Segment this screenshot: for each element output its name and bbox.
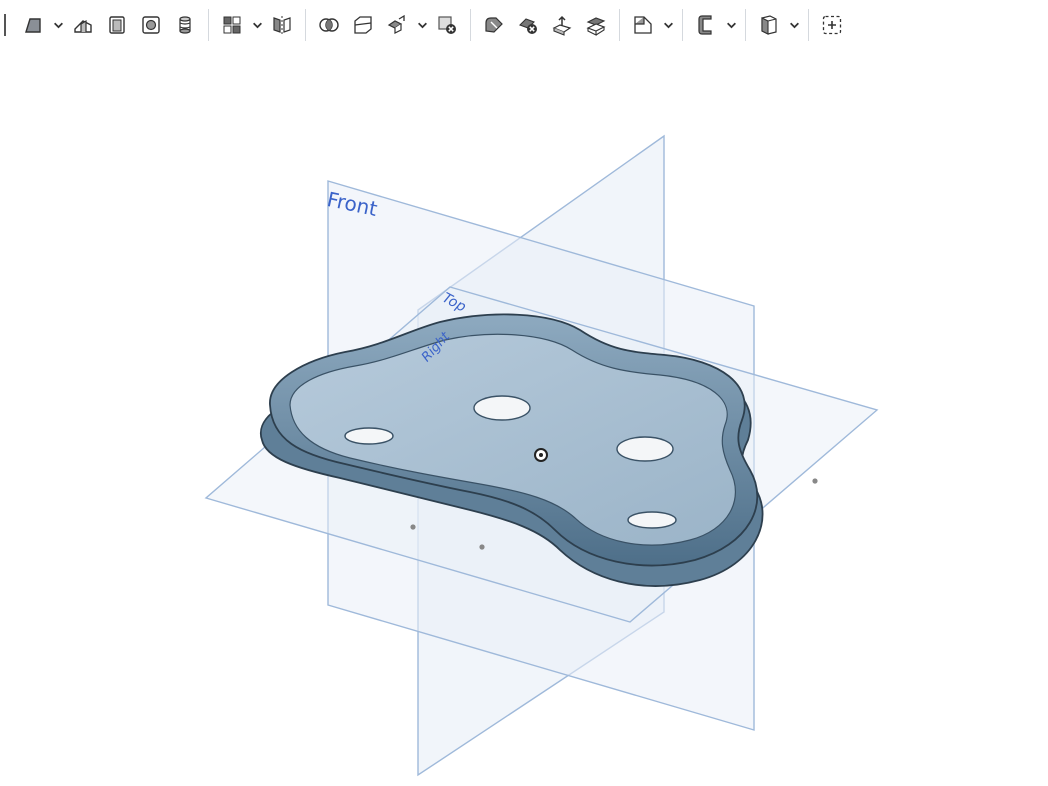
toolbar-separator bbox=[745, 9, 746, 41]
toolbar-separator bbox=[470, 9, 471, 41]
draft-icon[interactable] bbox=[16, 8, 50, 42]
plane-icon[interactable] bbox=[626, 8, 660, 42]
feature-toolbar bbox=[0, 0, 1048, 50]
sketch-point[interactable] bbox=[812, 478, 818, 484]
linear-pattern-icon[interactable] bbox=[215, 8, 249, 42]
part-hole[interactable] bbox=[344, 427, 394, 445]
sketch-point[interactable] bbox=[410, 524, 416, 530]
sheet-metal-icon[interactable] bbox=[689, 8, 723, 42]
delete-part-icon[interactable] bbox=[430, 8, 464, 42]
sketch-point[interactable] bbox=[479, 544, 485, 550]
split-icon[interactable] bbox=[346, 8, 380, 42]
delete-face-icon[interactable] bbox=[511, 8, 545, 42]
thread-icon[interactable] bbox=[168, 8, 202, 42]
toolbar-separator bbox=[208, 9, 209, 41]
rib-icon[interactable] bbox=[66, 8, 100, 42]
move-face-icon[interactable] bbox=[545, 8, 579, 42]
transform-icon[interactable] bbox=[380, 8, 414, 42]
origin-point-center bbox=[539, 453, 543, 457]
boolean-icon[interactable] bbox=[312, 8, 346, 42]
surface-icon[interactable] bbox=[752, 8, 786, 42]
mirror-icon[interactable] bbox=[265, 8, 299, 42]
transform-dropdown-chevron-down-icon[interactable] bbox=[414, 8, 430, 42]
part-hole[interactable] bbox=[627, 511, 677, 529]
graphics-viewport[interactable]: Front Top Right bbox=[0, 50, 1048, 786]
add-custom-feature-icon[interactable] bbox=[815, 8, 849, 42]
model-scene bbox=[204, 134, 879, 777]
toolbar-separator bbox=[305, 9, 306, 41]
draft-dropdown-chevron-down-icon[interactable] bbox=[50, 8, 66, 42]
sheet-metal-dropdown-chevron-down-icon[interactable] bbox=[723, 8, 739, 42]
plane-dropdown-chevron-down-icon[interactable] bbox=[660, 8, 676, 42]
surface-dropdown-chevron-down-icon[interactable] bbox=[786, 8, 802, 42]
toolbar-separator bbox=[682, 9, 683, 41]
part-hole[interactable] bbox=[473, 395, 531, 421]
modify-fillet-icon[interactable] bbox=[477, 8, 511, 42]
toolbar-previous-tool-stub[interactable] bbox=[0, 14, 6, 36]
toolbar-separator bbox=[619, 9, 620, 41]
toolbar-separator bbox=[808, 9, 809, 41]
part-hole[interactable] bbox=[616, 436, 674, 462]
pattern-dropdown-chevron-down-icon[interactable] bbox=[249, 8, 265, 42]
replace-face-icon[interactable] bbox=[579, 8, 613, 42]
hole-icon[interactable] bbox=[134, 8, 168, 42]
shell-icon[interactable] bbox=[100, 8, 134, 42]
